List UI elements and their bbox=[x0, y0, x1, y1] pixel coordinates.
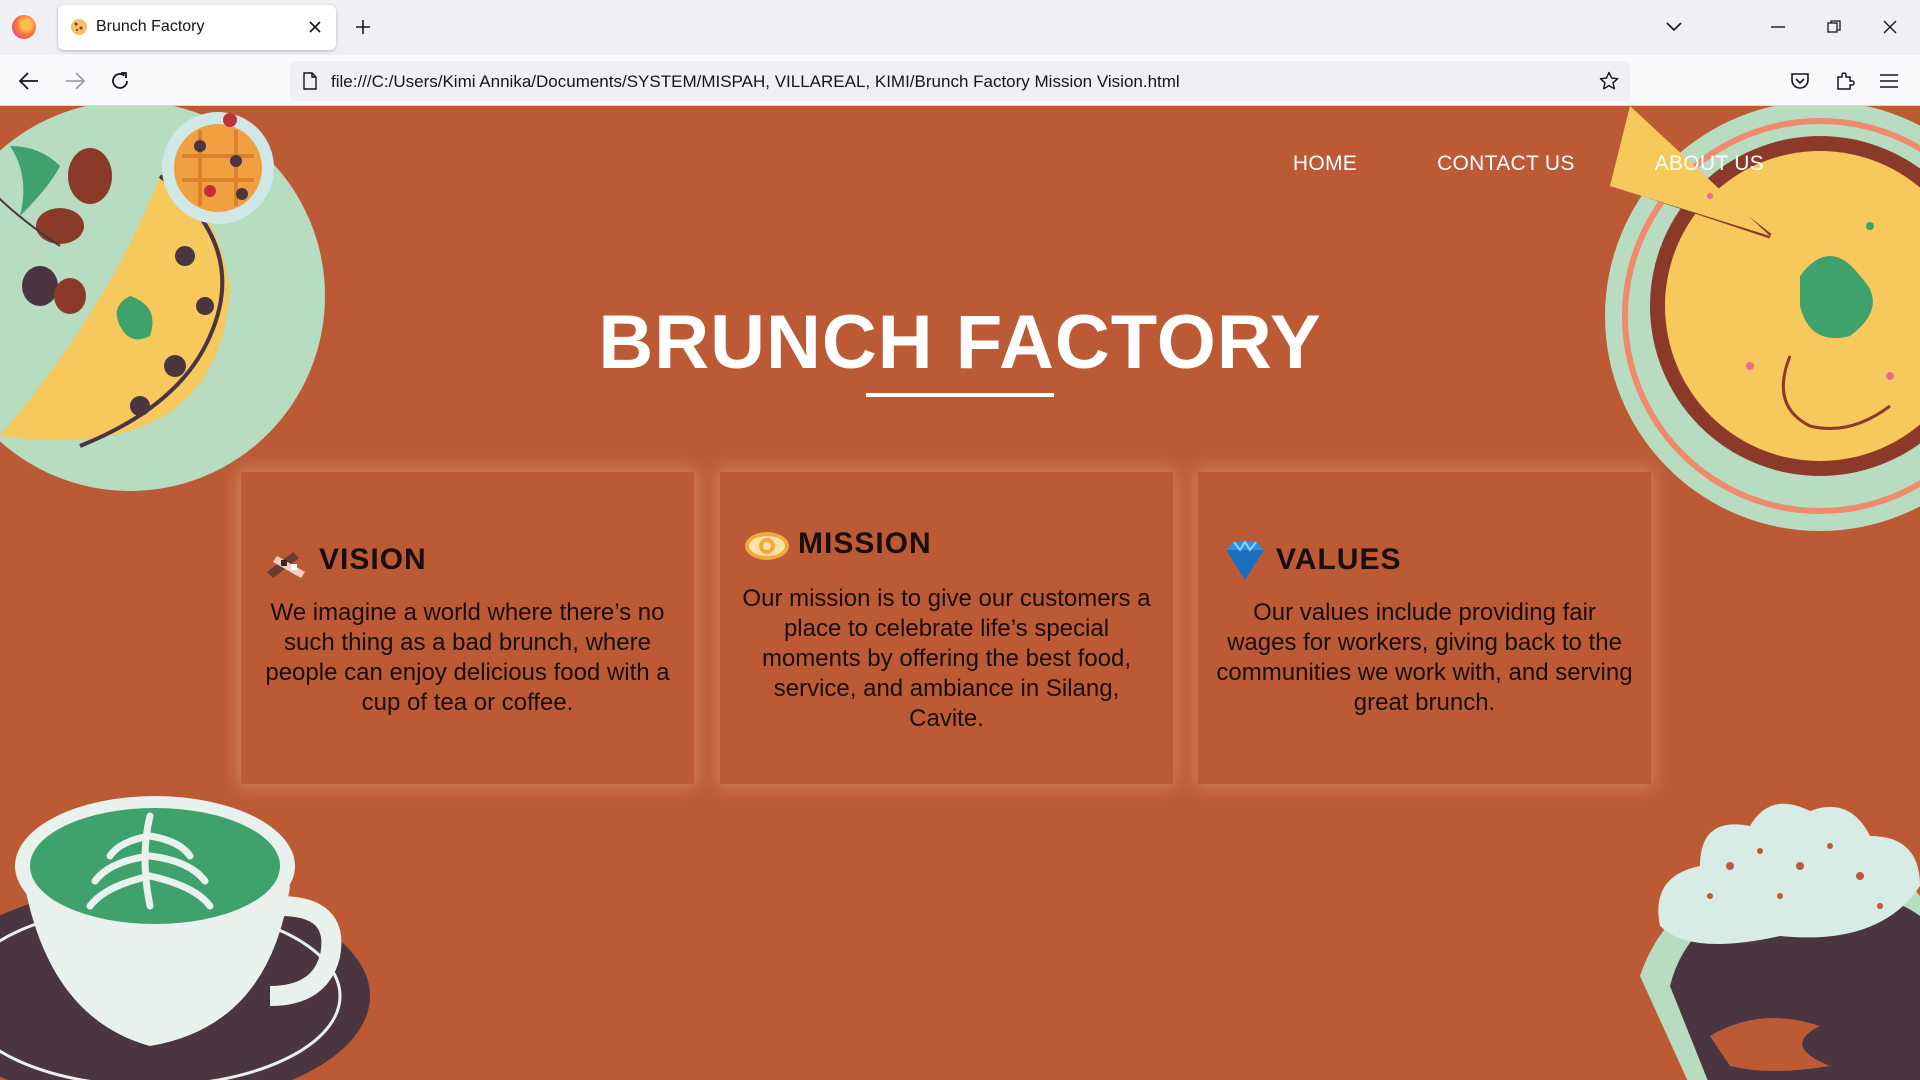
firefox-logo-icon[interactable] bbox=[12, 15, 36, 39]
new-tab-plus-icon[interactable] bbox=[348, 12, 378, 42]
vision-card: VISION We imagine a world where there’s … bbox=[241, 472, 694, 784]
extensions-puzzle-icon[interactable] bbox=[1829, 65, 1861, 97]
page-title: BRUNCH FACTORY bbox=[598, 300, 1322, 385]
menu-hamburger-icon[interactable] bbox=[1873, 65, 1905, 97]
mission-card: MISSION Our mission is to give our custo… bbox=[720, 472, 1173, 784]
bookmark-star-icon[interactable] bbox=[1596, 68, 1622, 94]
list-tabs-chevron-icon[interactable] bbox=[1654, 10, 1694, 44]
latte-cup-illustration bbox=[0, 796, 370, 1080]
title-underline bbox=[866, 393, 1054, 397]
pocket-icon[interactable] bbox=[1784, 65, 1816, 97]
values-title: VALUES bbox=[1276, 543, 1402, 576]
page-icon bbox=[300, 71, 320, 91]
forward-arrow-icon[interactable] bbox=[59, 65, 91, 97]
close-tab-icon[interactable] bbox=[302, 14, 328, 40]
tab-title: Brunch Factory bbox=[96, 18, 205, 35]
browser-tab-bar: Brunch Factory bbox=[0, 0, 1920, 55]
diamond-icon bbox=[1226, 540, 1264, 580]
address-bar[interactable]: file:///C:/Users/Kimi Annika/Documents/S… bbox=[290, 61, 1630, 101]
url-text: file:///C:/Users/Kimi Annika/Documents/S… bbox=[331, 72, 1180, 91]
vision-text: We imagine a world where there’s no such… bbox=[265, 599, 670, 716]
values-card: VALUES Our values include providing fair… bbox=[1198, 472, 1651, 784]
nav-home-link[interactable]: HOME bbox=[1293, 152, 1357, 176]
reload-icon[interactable] bbox=[104, 65, 136, 97]
heart-hands-icon bbox=[267, 552, 305, 578]
whipped-drink-illustration bbox=[1640, 803, 1920, 1080]
page-content: HOME CONTACT US ABOUT US BRUNCH FACTORY … bbox=[0, 106, 1920, 1080]
close-window-icon[interactable] bbox=[1870, 10, 1910, 44]
waffle-favicon-icon bbox=[71, 19, 87, 35]
restore-icon[interactable] bbox=[1814, 10, 1854, 44]
nav-about-us-link[interactable]: ABOUT US bbox=[1655, 152, 1764, 176]
minimize-icon[interactable] bbox=[1758, 10, 1798, 44]
browser-nav-bar: file:///C:/Users/Kimi Annika/Documents/S… bbox=[0, 55, 1920, 106]
mission-title: MISSION bbox=[798, 527, 932, 560]
mission-text: Our mission is to give our customers a p… bbox=[742, 585, 1151, 732]
nav-contact-us-link[interactable]: CONTACT US bbox=[1437, 152, 1575, 176]
back-arrow-icon[interactable] bbox=[13, 65, 45, 97]
eye-icon bbox=[745, 532, 789, 560]
vision-title: VISION bbox=[319, 543, 427, 576]
site-nav: HOME CONTACT US ABOUT US bbox=[1293, 152, 1764, 176]
values-text: Our values include providing fair wages … bbox=[1216, 599, 1633, 716]
browser-tab[interactable]: Brunch Factory bbox=[58, 5, 336, 50]
